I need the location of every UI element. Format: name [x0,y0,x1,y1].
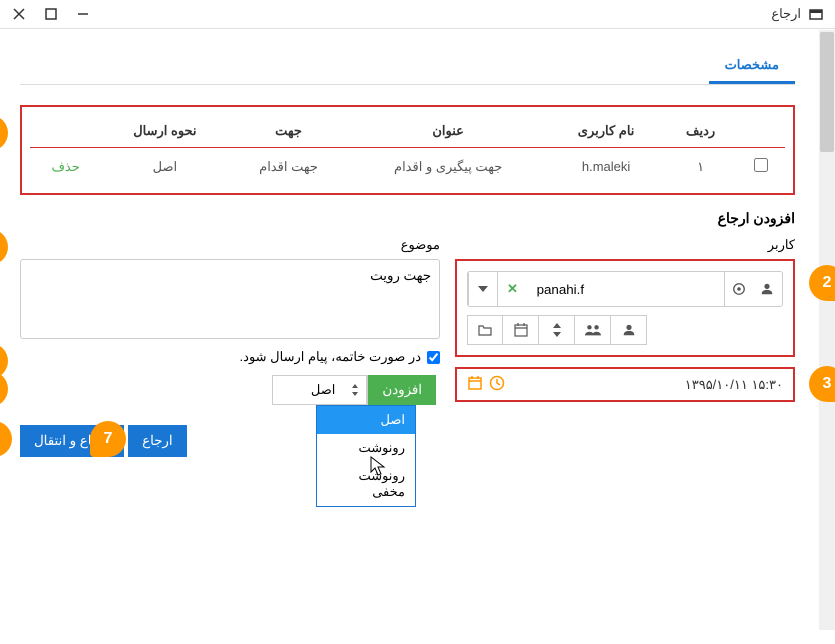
dropdown-option-asl[interactable]: اصل [317,406,415,434]
col-row [737,115,785,148]
select-value: اصل [273,376,343,404]
annotation-bubble-6: 6 [0,371,8,407]
window-titlebar: ارجاع [0,0,835,29]
mouse-cursor [370,456,388,481]
annotation-bubble-3: 3 [809,366,835,402]
annotation-bubble-5: 5 [0,343,8,379]
datetime-value: ۱۳۹۵/۱۰/۱۱ ۱۵:۳۰ [685,377,783,393]
dropdown-option-ronevesht-makhfi[interactable]: رونوشت مخفی [317,462,415,506]
minimize-icon[interactable] [76,7,90,21]
add-referral-title: افزودن ارجاع [20,210,795,227]
row-checkbox[interactable] [754,158,768,172]
send-type-select[interactable]: اصل [272,375,368,405]
col-direction: جهت [229,115,349,148]
user-box: 2 ✕ [455,259,795,357]
datetime-box: 3 ۱۳۹۵/۱۰/۱۱ ۱۵:۳۰ [455,367,795,402]
user-input-group: ✕ [467,271,783,307]
cell-direction: جهت اقدام [229,148,349,186]
cell-title: جهت پیگیری و اقدام [348,148,547,186]
target-icon[interactable] [724,272,753,306]
referral-table: ردیف نام کاربری عنوان جهت نحوه ارسال ۱ h… [30,115,785,185]
date-picker-icon[interactable] [467,375,483,394]
col-title: عنوان [348,115,547,148]
col-row-num: ردیف [664,115,736,148]
cell-user: h.maleki [548,148,665,186]
calendar-icon[interactable] [503,315,539,345]
user-single-icon[interactable] [611,315,647,345]
scroll-thumb[interactable] [820,32,834,152]
delete-link[interactable]: حذف [51,159,79,174]
vertical-scrollbar[interactable] [819,30,835,630]
users-group-icon[interactable] [575,315,611,345]
clock-icon[interactable] [489,375,505,394]
subject-textarea[interactable] [20,259,440,339]
notify-checkbox[interactable] [427,351,440,364]
col-send-method: نحوه ارسال [101,115,228,148]
cell-num: ۱ [664,148,736,186]
tab-specifications[interactable]: مشخصات [709,49,795,84]
user-icon[interactable] [753,272,782,306]
notify-label: در صورت خاتمه، پیام ارسال شود. [240,349,421,365]
annotation-bubble-1: 1 [0,115,8,151]
maximize-icon[interactable] [44,7,58,21]
col-user: نام کاربری [548,115,665,148]
folder-icon[interactable] [467,315,503,345]
refer-button[interactable]: ارجاع [128,425,186,457]
cell-send-method: اصل [101,148,228,186]
annotation-bubble-8: 8 [0,421,12,457]
tab-bar: مشخصات [20,49,795,85]
subject-label: موضوع [20,237,440,253]
window-title: ارجاع [771,6,801,22]
user-input[interactable] [527,272,724,306]
close-icon[interactable] [12,7,26,21]
referral-table-section: 1 ردیف نام کاربری عنوان جهت نحوه ارسال ۱… [20,105,795,195]
table-row: ۱ h.maleki جهت پیگیری و اقدام جهت اقدام … [30,148,785,186]
dropdown-caret-icon[interactable] [468,272,497,306]
add-button[interactable]: افزودن [368,375,436,405]
app-icon [809,7,823,21]
send-type-dropdown: اصل رونوشت رونوشت مخفی [316,405,416,507]
annotation-bubble-7: 7 [90,421,126,457]
select-caret-icon[interactable] [343,376,367,404]
sort-icon[interactable] [539,315,575,345]
user-type-icons [467,315,783,345]
user-label: کاربر [455,237,795,253]
dropdown-option-ronevesht[interactable]: رونوشت [317,434,415,462]
col-action [30,115,101,148]
annotation-bubble-4: 4 [0,229,8,265]
annotation-bubble-2: 2 [809,265,835,301]
clear-icon[interactable]: ✕ [497,272,526,306]
